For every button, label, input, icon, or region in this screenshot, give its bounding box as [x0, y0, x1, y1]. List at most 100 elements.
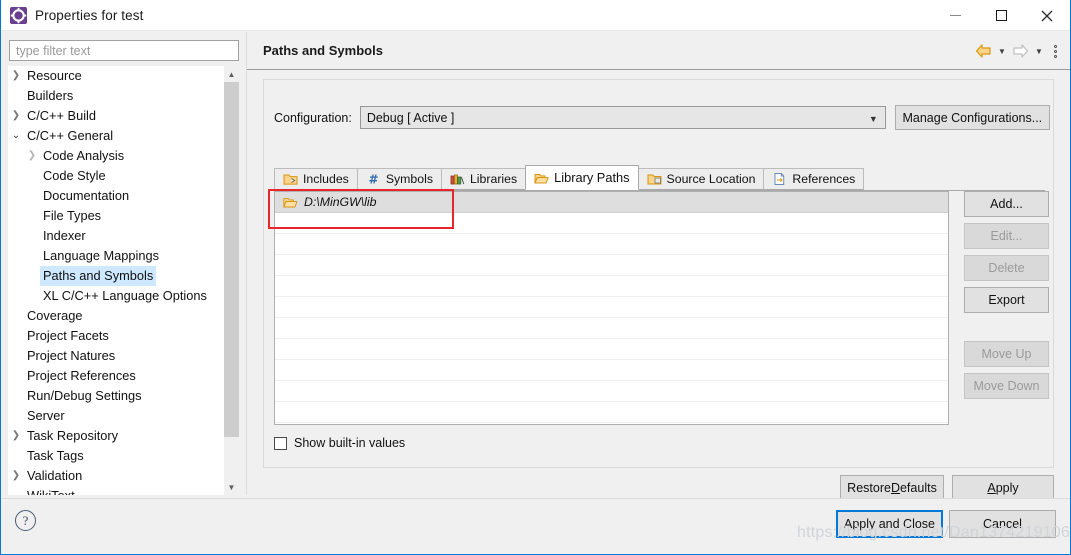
tree-item-label: Validation	[27, 468, 83, 483]
tree-item-label: Documentation	[43, 188, 130, 203]
tab-label: References	[792, 172, 856, 186]
library-path-text: D:\MinGW\lib	[304, 195, 377, 209]
forward-arrow-icon	[1011, 42, 1030, 60]
library-path-empty-row[interactable]	[275, 381, 948, 402]
minimize-button[interactable]	[932, 0, 978, 31]
tree-item-project-references[interactable]: Project References	[8, 366, 239, 386]
tree-item-label: WikiText	[24, 486, 78, 495]
edit-button: Edit...	[964, 223, 1049, 249]
folder-icon	[283, 196, 298, 209]
tree-item-code-style[interactable]: Code Style	[8, 166, 239, 186]
tree-item-validation[interactable]: ❯ Validation	[8, 466, 239, 486]
move-up-button: Move Up	[964, 341, 1049, 367]
library-path-row[interactable]: D:\MinGW\lib	[275, 192, 948, 213]
library-path-empty-row[interactable]	[275, 318, 948, 339]
library-path-empty-row[interactable]	[275, 360, 948, 381]
tree-item-indexer[interactable]: Indexer	[8, 226, 239, 246]
back-history-chevron-down-icon[interactable]: ▼	[995, 42, 1009, 60]
forward-history-chevron-down-icon[interactable]: ▼	[1032, 42, 1046, 60]
tree-item-project-natures[interactable]: Project Natures	[8, 346, 239, 366]
apply-post: pply	[995, 481, 1019, 495]
settings-tree[interactable]: ❯ Resource Builders ❯ C/C++ Build ⌄ C/C++ Gene…	[8, 66, 239, 495]
tab-label: Source Location	[666, 172, 756, 186]
configuration-row: Configuration: Debug [ Active ] ▼ Manage…	[274, 105, 1050, 130]
tab-library-paths[interactable]: Library Paths	[525, 165, 639, 190]
library-path-empty-row[interactable]	[275, 297, 948, 318]
tree-item-label: Code Analysis	[43, 148, 125, 163]
tree-item-server[interactable]: Server	[8, 406, 239, 426]
tree-item-builders[interactable]: Builders	[8, 86, 239, 106]
chevron-right-icon[interactable]: ❯	[8, 466, 24, 486]
close-button[interactable]	[1024, 0, 1070, 31]
chevron-right-icon[interactable]: ❯	[8, 106, 24, 126]
apply-and-close-button[interactable]: Apply and Close	[836, 510, 943, 538]
move-down-button: Move Down	[964, 373, 1049, 399]
chevron-right-icon[interactable]: ❯	[8, 426, 24, 446]
tree-item-documentation[interactable]: Documentation	[8, 186, 239, 206]
tree-item-label: Run/Debug Settings	[27, 388, 142, 403]
search-input[interactable]: type filter text	[9, 40, 239, 61]
page-toolbar: ▼ ▼	[974, 32, 1062, 70]
manage-configurations-button[interactable]: Manage Configurations...	[894, 105, 1050, 130]
add-button[interactable]: Add...	[964, 191, 1049, 217]
show-builtin-values-row[interactable]: Show built-in values	[274, 436, 405, 450]
scroll-up-icon[interactable]: ▲	[224, 66, 239, 82]
scrollbar-thumb[interactable]	[224, 82, 239, 437]
vertical-dots-icon[interactable]	[1048, 42, 1062, 60]
tab-symbols[interactable]: # Symbols	[356, 168, 442, 190]
tree-item-task-tags[interactable]: Task Tags	[8, 446, 239, 466]
show-builtin-values-checkbox[interactable]	[274, 436, 287, 450]
tree-item-label: Language Mappings	[43, 248, 159, 263]
library-path-empty-row[interactable]	[275, 234, 948, 255]
chevron-down-icon[interactable]: ⌄	[8, 126, 24, 146]
help-button[interactable]: ?	[15, 510, 36, 531]
scroll-down-icon[interactable]: ▼	[224, 479, 239, 495]
show-builtin-values-label: Show built-in values	[294, 436, 406, 450]
tree-item-code-analysis[interactable]: ❯ Code Analysis	[8, 146, 239, 166]
library-path-empty-row[interactable]	[275, 339, 948, 360]
tree-item-resource[interactable]: ❯ Resource	[8, 66, 239, 86]
back-arrow-icon[interactable]	[974, 42, 993, 60]
tree-item-xl-c-c-language-options[interactable]: XL C/C++ Language Options	[8, 286, 239, 306]
tree-scrollbar[interactable]: ▲ ▼	[224, 66, 239, 495]
tree-item-wikitext[interactable]: WikiText	[8, 486, 239, 495]
search-input-placeholder: type filter text	[16, 43, 91, 58]
chevron-right-icon[interactable]: ❯	[24, 146, 40, 166]
cancel-button[interactable]: Cancel	[949, 510, 1056, 538]
library-path-empty-row[interactable]	[275, 276, 948, 297]
tree-item-project-facets[interactable]: Project Facets	[8, 326, 239, 346]
configuration-select[interactable]: Debug [ Active ] ▼	[359, 106, 886, 129]
tree-item-label: Project Facets	[27, 328, 109, 343]
tab-source-location[interactable]: Source Location	[637, 168, 765, 190]
tree-item-c-c-build[interactable]: ❯ C/C++ Build	[8, 106, 239, 126]
tab-references[interactable]: References	[763, 168, 865, 190]
tab-label: Symbols	[385, 172, 433, 186]
tree-item-language-mappings[interactable]: Language Mappings	[8, 246, 239, 266]
library-path-empty-row[interactable]	[275, 213, 948, 234]
tree-item-task-repository[interactable]: ❯ Task Repository	[8, 426, 239, 446]
chevron-right-icon[interactable]: ❯	[8, 66, 24, 86]
tree-item-file-types[interactable]: File Types	[8, 206, 239, 226]
restore-defaults-post: efaults	[899, 481, 937, 495]
open-folder-icon	[534, 171, 549, 185]
maximize-button[interactable]	[978, 0, 1024, 31]
eclipse-properties-icon	[10, 6, 27, 24]
library-path-empty-row[interactable]	[275, 402, 948, 423]
tab-includes[interactable]: Includes	[274, 168, 358, 190]
apply-mnemonic: A	[987, 481, 996, 495]
tab-libraries[interactable]: Libraries	[440, 168, 527, 190]
tree-item-paths-and-symbols[interactable]: Paths and Symbols	[8, 266, 239, 286]
tree-item-c-c-general[interactable]: ⌄ C/C++ General	[8, 126, 239, 146]
tab-bar[interactable]: Includes # Symbols Libraries Library Paths So…	[274, 165, 1045, 191]
svg-text:#: #	[368, 173, 378, 187]
tree-item-run-debug-settings[interactable]: Run/Debug Settings	[8, 386, 239, 406]
tree-item-coverage[interactable]: Coverage	[8, 306, 239, 326]
reference-page-icon	[772, 172, 787, 186]
properties-dialog: Properties for test type filter text ❯ Re…	[0, 0, 1071, 555]
tree-item-label: XL C/C++ Language Options	[43, 288, 207, 303]
delete-button: Delete	[964, 255, 1049, 281]
library-paths-list[interactable]: D:\MinGW\lib	[274, 191, 949, 425]
export-button[interactable]: Export	[964, 287, 1049, 313]
library-path-empty-row[interactable]	[275, 255, 948, 276]
restore-defaults-mnemonic: D	[890, 481, 900, 495]
